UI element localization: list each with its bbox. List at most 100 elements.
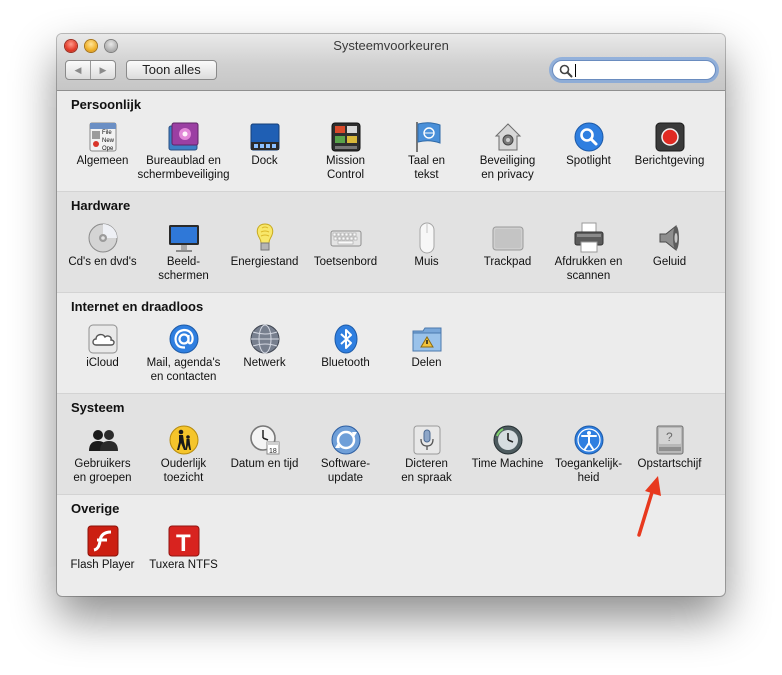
pref-label: Cd's en dvd's [68,256,137,268]
calendar-day-text: 18 [269,448,277,455]
section-title: Hardware [71,198,131,213]
pref-notifications[interactable]: Berichtgeving [629,120,710,190]
pref-label: Mission Control [326,155,365,181]
software-update-icon [331,425,361,455]
pref-label: Mail, agenda's en contacten [146,357,221,383]
pref-network[interactable]: Netwerk [224,322,305,392]
pref-label: Dock [251,155,278,167]
section-title: Systeem [71,400,125,415]
pref-label: iCloud [86,357,119,369]
parental-controls-icon [169,425,199,455]
pref-label: Toetsenbord [313,256,378,268]
pref-security-privacy[interactable]: Beveiliging en privacy [467,120,548,190]
pref-software-update[interactable]: Software- update [305,423,386,493]
energy-bulb-icon [256,223,274,251]
pref-tuxera-ntfs[interactable]: T Tuxera NTFS [143,524,224,594]
window-titlebar: Systeemvoorkeuren ◀ ▶ Toon alles [57,34,725,91]
tuxera-letter-text: T [176,530,191,557]
pref-dictation-speech[interactable]: Dicteren en spraak [386,423,467,493]
pref-mail-contacts-calendars[interactable]: Mail, agenda's en contacten [143,322,224,392]
sharing-folder-icon [412,327,442,352]
pref-label: Taal en tekst [407,155,446,181]
startup-disk-icon: ? [656,425,684,455]
pref-language-text[interactable]: Taal en tekst [386,120,467,190]
pref-date-time[interactable]: 18 Datum en tijd [224,423,305,493]
general-open-text: Ope [102,146,114,152]
section-system: Systeem Gebruikers en groepen Ouderlijk … [57,394,725,495]
pref-label: Delen [411,357,442,369]
search-icon [559,64,573,78]
pref-keyboard[interactable]: Toetsenbord [305,221,386,291]
spotlight-icon [574,122,604,152]
forward-button[interactable]: ▶ [90,61,115,79]
pref-label: Algemeen [76,155,129,167]
general-new-text: New [102,138,115,144]
back-arrow-icon: ◀ [74,64,82,75]
mail-at-icon [169,324,199,354]
pref-label: Ouderlijk toezicht [160,458,207,484]
pref-label: Netwerk [243,357,286,369]
pref-cds-dvds[interactable]: Cd's en dvd's [62,221,143,291]
section-title: Persoonlijk [71,97,142,112]
pref-label: Opstartschijf [637,458,702,470]
pref-trackpad[interactable]: Trackpad [467,221,548,291]
pref-desktop-screensaver[interactable]: Bureaublad en schermbeveiliging [137,120,230,190]
pref-parental-controls[interactable]: Ouderlijk toezicht [143,423,224,493]
pref-label: Datum en tijd [230,458,299,470]
network-globe-icon [250,324,280,354]
pref-label: Beeld- schermen [158,256,209,282]
pref-sharing[interactable]: Delen [386,322,467,392]
pref-label: Geluid [652,256,687,268]
pref-time-machine[interactable]: Time Machine [467,423,548,493]
pref-label: Bureaublad en schermbeveiliging [137,155,230,181]
pref-label: Time Machine [471,458,544,470]
pref-dock[interactable]: Dock [224,120,305,190]
printer-icon [574,222,604,253]
general-file-text: File [102,130,112,136]
back-forward-group: ◀ ▶ [65,60,116,80]
pref-accessibility[interactable]: Toegankelijk- heid [548,423,629,493]
pref-label: Trackpad [483,256,532,268]
pref-label: Software- update [320,458,371,484]
pref-users-groups[interactable]: Gebruikers en groepen [62,423,143,493]
pref-label: Beveiliging en privacy [479,155,536,181]
accessibility-icon [574,425,604,455]
pref-print-scan[interactable]: Afdrukken en scannen [548,221,629,291]
back-button[interactable]: ◀ [66,61,90,79]
trackpad-icon [492,226,524,251]
pref-label: Afdrukken en scannen [554,256,623,282]
pref-label: Dicteren en spraak [401,458,452,484]
annotation-arrow-icon [637,476,661,537]
pref-bluetooth[interactable]: Bluetooth [305,322,386,392]
pref-label: Tuxera NTFS [149,559,218,571]
flash-player-icon [87,525,119,557]
text-cursor [575,64,576,77]
search-field[interactable] [552,60,716,80]
pref-flash-player[interactable]: Flash Player [62,524,143,594]
pref-label: Toegankelijk- heid [554,458,623,484]
pref-energy-saver[interactable]: Energiestand [224,221,305,291]
pref-general[interactable]: File New Ope Algemeen [62,120,143,190]
pref-displays[interactable]: Beeld- schermen [143,221,224,291]
pref-mission-control[interactable]: Mission Control [305,120,386,190]
pref-label: Bluetooth [321,357,370,369]
pref-mouse[interactable]: Muis [386,221,467,291]
users-icon [89,430,118,451]
preferences-content: Persoonlijk File New Ope Algemeen Bureau… [57,91,725,596]
pref-spotlight[interactable]: Spotlight [548,120,629,190]
general-icon: File New Ope [89,122,117,152]
pref-label: Gebruikers en groepen [73,458,132,484]
section-other: Overige Flash Player T Tuxera NTFS [57,495,725,596]
section-title: Overige [71,501,120,516]
dictation-microphone-icon [413,425,441,455]
pref-icloud[interactable]: iCloud [62,322,143,392]
section-internet-wireless: Internet en draadloos iCloud Mail, agend… [57,293,725,394]
svg-text:?: ? [666,430,673,444]
date-time-clock-icon: 18 [250,425,280,455]
pref-sound[interactable]: Geluid [629,221,710,291]
pref-label: Muis [414,256,439,268]
show-all-button[interactable]: Toon alles [126,60,217,80]
tuxera-ntfs-icon: T [168,525,200,557]
notifications-icon [655,122,685,152]
section-personal: Persoonlijk File New Ope Algemeen Bureau… [57,91,725,192]
